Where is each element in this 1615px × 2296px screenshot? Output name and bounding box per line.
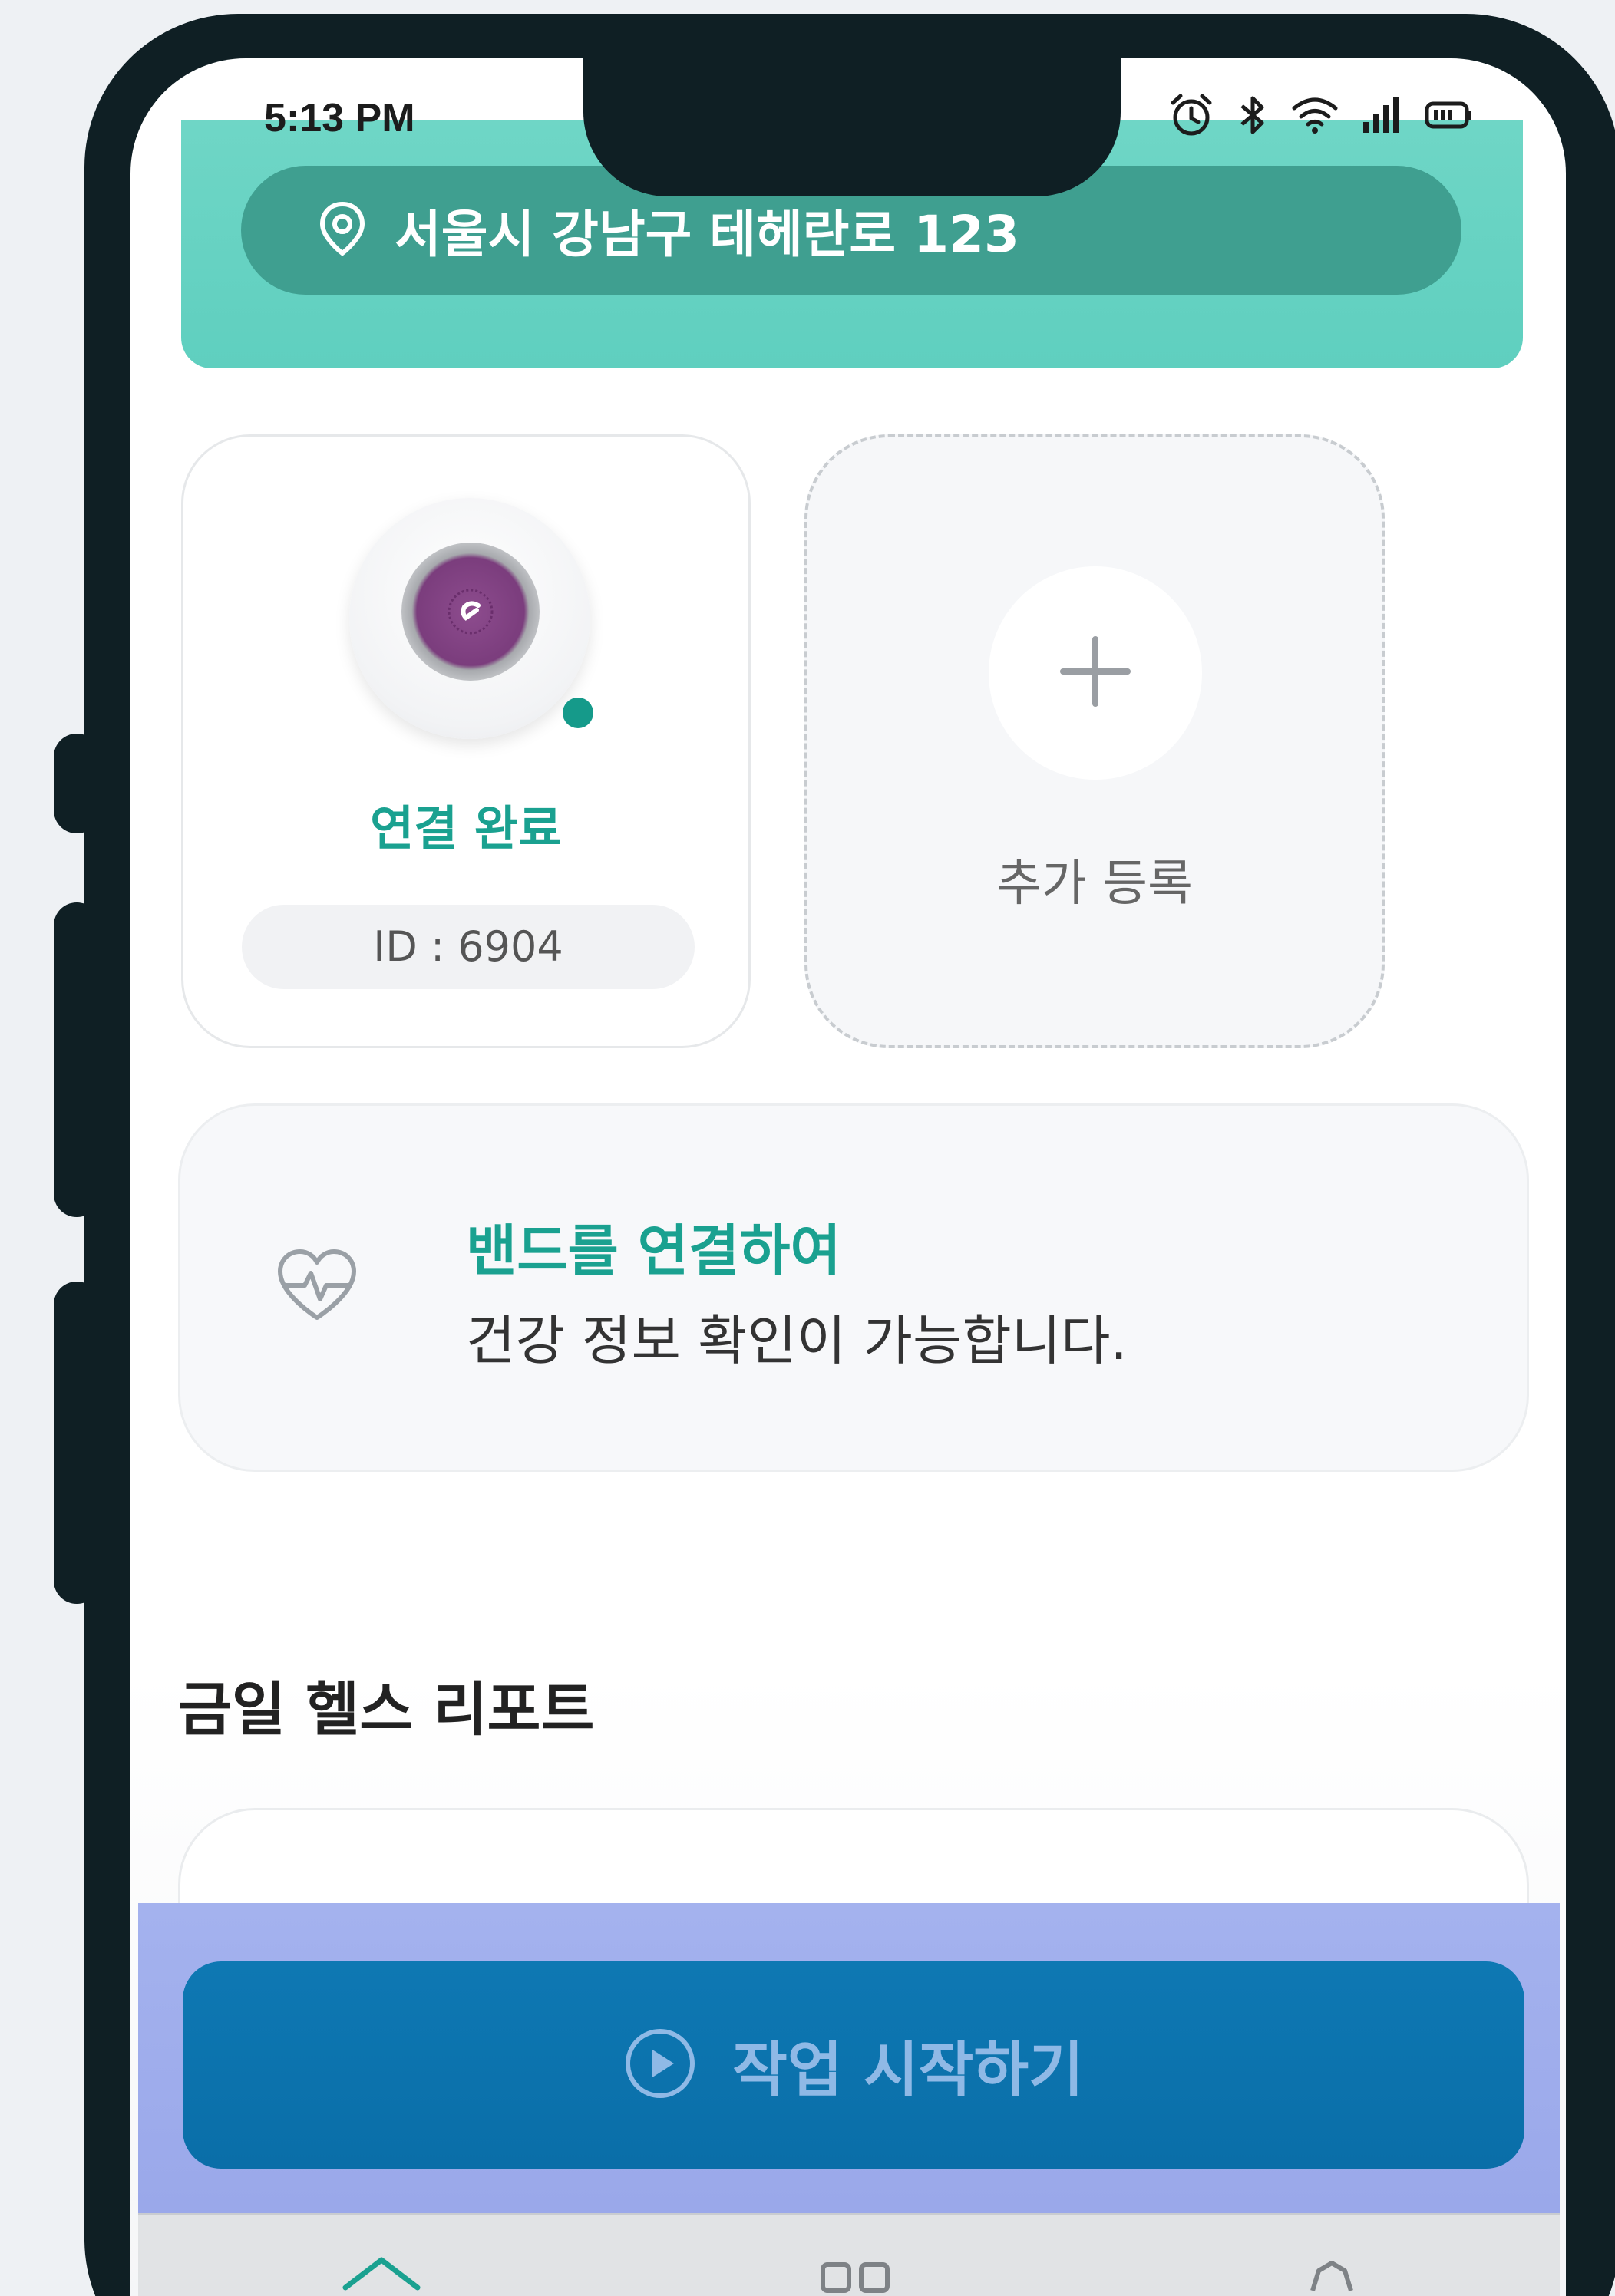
watch-device-icon — [401, 543, 540, 681]
plus-icon — [1057, 633, 1134, 713]
camera-notch — [583, 58, 1121, 196]
grid-icon[interactable] — [814, 2254, 898, 2296]
add-device-label: 추가 등록 — [996, 856, 1193, 912]
home-icon[interactable] — [339, 2254, 424, 2296]
play-circle-icon — [623, 2027, 697, 2103]
device-image-ring — [349, 498, 590, 739]
bluetooth-icon — [1237, 92, 1268, 138]
location-pin-icon — [318, 201, 367, 259]
alarm-icon — [1168, 92, 1214, 138]
start-task-button[interactable]: 작업 시작하기 — [183, 1961, 1524, 2169]
device-id-badge: ID : 6904 — [242, 905, 695, 989]
signal-icon — [1362, 96, 1402, 134]
address-text: 서울시 강남구 테헤란로 123 — [395, 205, 1019, 264]
report-title: 금일 헬스 리포트 — [178, 1675, 595, 1743]
add-device-button[interactable] — [989, 566, 1202, 780]
start-overlay: 작업 시작하기 — [138, 1903, 1560, 2213]
battery-icon — [1425, 100, 1474, 130]
heart-pulse-icon — [276, 1249, 358, 1325]
bottom-nav — [138, 2213, 1560, 2296]
wifi-icon — [1291, 96, 1339, 134]
band-info-title: 밴드를 연결하여 — [466, 1219, 841, 1283]
band-info-card: 밴드를 연결하여 건강 정보 확인이 가능합니다. — [178, 1103, 1529, 1472]
connected-dot — [563, 698, 593, 728]
settings-icon[interactable] — [1290, 2254, 1374, 2296]
start-task-label: 작업 시작하기 — [732, 2036, 1084, 2105]
add-device-card[interactable]: 추가 등록 — [804, 434, 1385, 1048]
app-screen: 서울시 강남구 테헤란로 123 5:13 PM 연결 완료 ID: 6904… — [130, 58, 1566, 2296]
band-info-subtitle: 건강 정보 확인이 가능합니다. — [466, 1309, 1128, 1372]
device-card[interactable]: 연결 완료 ID : 6904 — [181, 434, 751, 1048]
status-time: 5:13 PM — [264, 96, 415, 140]
status-icons — [1168, 92, 1474, 138]
device-status: 연결 완료 — [370, 800, 562, 856]
